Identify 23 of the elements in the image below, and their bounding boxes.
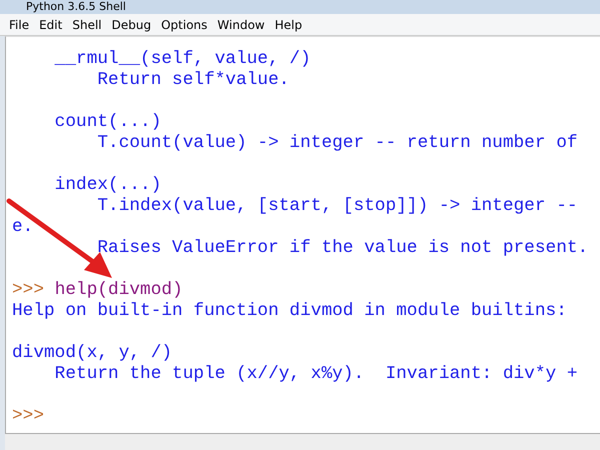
output-line: count(...)	[54, 112, 162, 133]
menu-item[interactable]: Debug	[106, 18, 156, 32]
output-line: e.	[12, 217, 34, 238]
prompt-marker: >>>	[12, 280, 44, 300]
output-line: Return the tuple (x//y, x%y). Invariant: div*y +	[54, 364, 579, 385]
menu-item[interactable]: Shell	[67, 18, 107, 32]
menu-item[interactable]: Help	[270, 18, 308, 32]
output-line: Raises ValueError if the value is not present.	[96, 238, 590, 259]
menu-item[interactable]: Options	[156, 18, 212, 32]
output-line: T.index(value, [start, [stop]]) -> integer --	[96, 196, 579, 217]
menu-item[interactable]: Edit	[34, 18, 68, 32]
menu-item[interactable]: Window	[212, 18, 270, 32]
command-text: help(divmod)	[54, 280, 183, 300]
shell-text-area[interactable]	[5, 36, 600, 433]
output-line: __rmul__(self, value, /)	[54, 49, 312, 70]
window-title: Python 3.6.5 Shell	[0, 0, 600, 14]
output-line: T.count(value) -> integer -- return number of	[96, 133, 579, 154]
output-line: divmod(x, y, /)	[12, 343, 174, 364]
output-line: Help on built-in function divmod in module builtins:	[12, 301, 568, 322]
menu-item[interactable]: File	[4, 18, 34, 32]
prompt-marker: >>>	[12, 406, 44, 426]
output-line: index(...)	[54, 175, 162, 196]
output-line: Return self*value.	[96, 70, 290, 91]
